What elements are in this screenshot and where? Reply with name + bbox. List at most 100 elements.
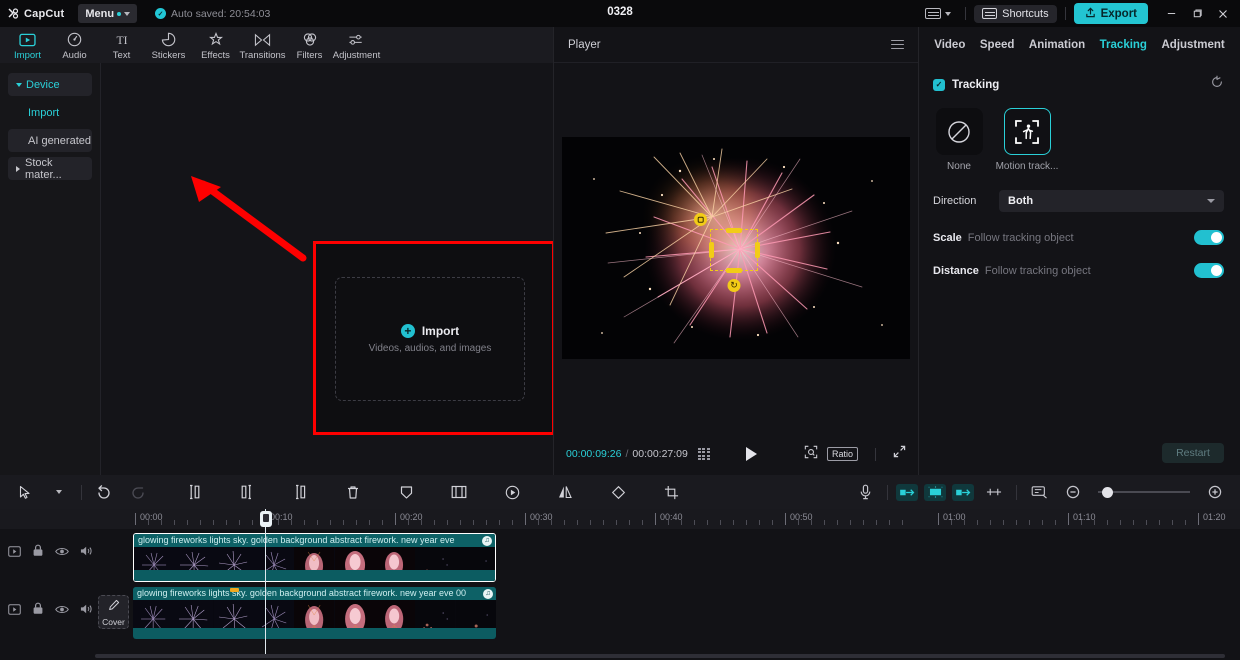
sidebar-item-import[interactable]: Import — [8, 101, 92, 124]
track-type-icon[interactable] — [8, 602, 21, 620]
restart-button[interactable]: Restart — [1162, 443, 1224, 463]
tool-tab-stickers[interactable]: Stickers — [145, 30, 192, 61]
chevron-down-icon[interactable] — [42, 475, 76, 509]
sidebar-item-label: AI generated — [28, 135, 91, 147]
ruler-label: 01:20 — [1203, 512, 1226, 522]
layout-select-button[interactable] — [919, 5, 957, 22]
eye-icon[interactable] — [55, 602, 69, 620]
close-button[interactable] — [1210, 0, 1236, 27]
microphone-icon[interactable] — [848, 475, 882, 509]
fit-screen-icon[interactable] — [804, 445, 818, 464]
zoom-slider-knob[interactable] — [1102, 487, 1113, 498]
export-button[interactable]: Export — [1074, 3, 1148, 24]
preview-render-icon[interactable] — [1022, 475, 1056, 509]
grid-icon[interactable] — [698, 448, 710, 461]
tracking-rotate-handle-icon[interactable]: ↻ — [728, 279, 741, 292]
video-preview[interactable]: ↻ — [562, 137, 910, 359]
select-tool-icon[interactable] — [8, 475, 42, 509]
adjust-both-icon[interactable] — [924, 484, 946, 501]
ratio-button[interactable]: Ratio — [827, 447, 858, 461]
sidebar-item-stock-material[interactable]: Stock mater... — [8, 157, 92, 180]
adjust-end-icon[interactable] — [952, 484, 974, 501]
timeline-ruler[interactable]: 00:00 00:10 00:20 00:30 00:40 00:50 01:0… — [0, 509, 1240, 529]
tracking-handle-top[interactable] — [726, 228, 742, 233]
speaker-icon[interactable] — [80, 544, 94, 562]
timeline-clip-2[interactable]: glowing fireworks lights sky. golden bac… — [133, 587, 496, 639]
fullscreen-icon[interactable] — [893, 445, 906, 463]
motion-tracking-box[interactable]: ↻ — [710, 229, 758, 271]
trim-right-icon[interactable] — [283, 475, 317, 509]
distance-toggle[interactable] — [1194, 263, 1224, 278]
tool-tab-adjustment[interactable]: Adjustment — [333, 30, 380, 61]
timeline[interactable]: 00:00 00:10 00:20 00:30 00:40 00:50 01:0… — [0, 509, 1240, 660]
audio-badge-icon[interactable]: ♫ — [483, 589, 493, 599]
clip-label: glowing fireworks lights sky. golden bac… — [134, 534, 495, 547]
playhead[interactable] — [265, 509, 266, 654]
tab-adjustment[interactable]: Adjustment — [1161, 39, 1224, 51]
zoom-out-icon[interactable] — [1056, 475, 1090, 509]
media-sidebar: Device Import AI generated Stock mater..… — [0, 63, 101, 475]
reset-icon[interactable] — [1210, 75, 1224, 94]
track-controls-1 — [8, 544, 94, 562]
sidebar-item-device[interactable]: Device — [8, 73, 92, 96]
adjustment-icon — [348, 32, 365, 48]
ruler-label: 00:10 — [270, 512, 293, 522]
zoom-slider[interactable] — [1098, 491, 1190, 493]
link-icon[interactable] — [977, 475, 1011, 509]
tracking-mode-motion-track[interactable]: Motion track... — [1001, 108, 1053, 172]
eye-icon[interactable] — [55, 544, 69, 562]
menu-button[interactable]: Menu — [78, 4, 137, 23]
right-panel-tabs: Video Speed Animation Tracking Adjustmen… — [919, 27, 1240, 63]
adjust-start-icon[interactable] — [896, 484, 918, 501]
tracking-handle-right[interactable] — [755, 242, 760, 258]
tracking-checkbox[interactable]: ✓ — [933, 79, 945, 91]
tracking-handle-bottom[interactable] — [726, 268, 742, 273]
tracking-corner-handle-icon[interactable] — [694, 213, 707, 226]
tracking-handle-left[interactable] — [709, 242, 714, 258]
track-type-icon[interactable] — [8, 544, 21, 562]
timeline-clip-1[interactable]: glowing fireworks lights sky. golden bac… — [133, 533, 496, 582]
tool-tab-text[interactable]: TI Text — [98, 30, 145, 61]
play-button[interactable] — [746, 447, 757, 461]
audio-badge-icon[interactable]: ♫ — [482, 536, 492, 546]
delete-icon[interactable] — [336, 475, 370, 509]
keyframe-marker[interactable] — [230, 588, 239, 592]
sidebar-item-ai-generated[interactable]: AI generated — [8, 129, 92, 152]
zoom-in-icon[interactable] — [1198, 475, 1232, 509]
undo-icon[interactable] — [87, 475, 121, 509]
import-dropzone[interactable]: + Import Videos, audios, and images — [335, 277, 525, 401]
tab-video[interactable]: Video — [934, 39, 965, 51]
tracking-mode-none[interactable]: None — [933, 108, 985, 172]
lock-icon[interactable] — [32, 602, 44, 620]
tool-tab-filters[interactable]: Filters — [286, 30, 333, 61]
tool-tab-audio[interactable]: Audio — [51, 30, 98, 61]
minimize-button[interactable] — [1158, 0, 1184, 27]
freeze-frame-icon[interactable] — [495, 475, 529, 509]
tool-tab-transitions[interactable]: Transitions — [239, 30, 286, 61]
mask-icon[interactable] — [389, 475, 423, 509]
shortcuts-button[interactable]: Shortcuts — [974, 5, 1056, 23]
trim-left-icon[interactable] — [230, 475, 264, 509]
hamburger-icon[interactable] — [891, 37, 904, 51]
direction-select[interactable]: Both — [999, 190, 1224, 212]
speaker-icon[interactable] — [80, 602, 94, 620]
tool-tab-import[interactable]: Import — [4, 30, 51, 61]
crop-icon[interactable] — [442, 475, 476, 509]
playhead-handle[interactable] — [260, 511, 272, 527]
timeline-horizontal-scrollbar[interactable] — [95, 654, 1225, 658]
maximize-button[interactable] — [1184, 0, 1210, 27]
lock-icon[interactable] — [32, 544, 44, 562]
tab-animation[interactable]: Animation — [1029, 39, 1085, 51]
cover-button[interactable]: Cover — [98, 595, 129, 629]
clip-audio-band — [133, 628, 496, 639]
distance-label: Distance — [933, 265, 979, 277]
svg-text:TI: TI — [116, 34, 127, 47]
tab-speed[interactable]: Speed — [980, 39, 1015, 51]
tab-tracking[interactable]: Tracking — [1100, 39, 1147, 51]
split-icon[interactable] — [177, 475, 211, 509]
rotate-icon[interactable] — [601, 475, 635, 509]
scale-toggle[interactable] — [1194, 230, 1224, 245]
mirror-icon[interactable] — [548, 475, 582, 509]
cut-icon[interactable] — [654, 475, 688, 509]
tool-tab-effects[interactable]: Effects — [192, 30, 239, 61]
